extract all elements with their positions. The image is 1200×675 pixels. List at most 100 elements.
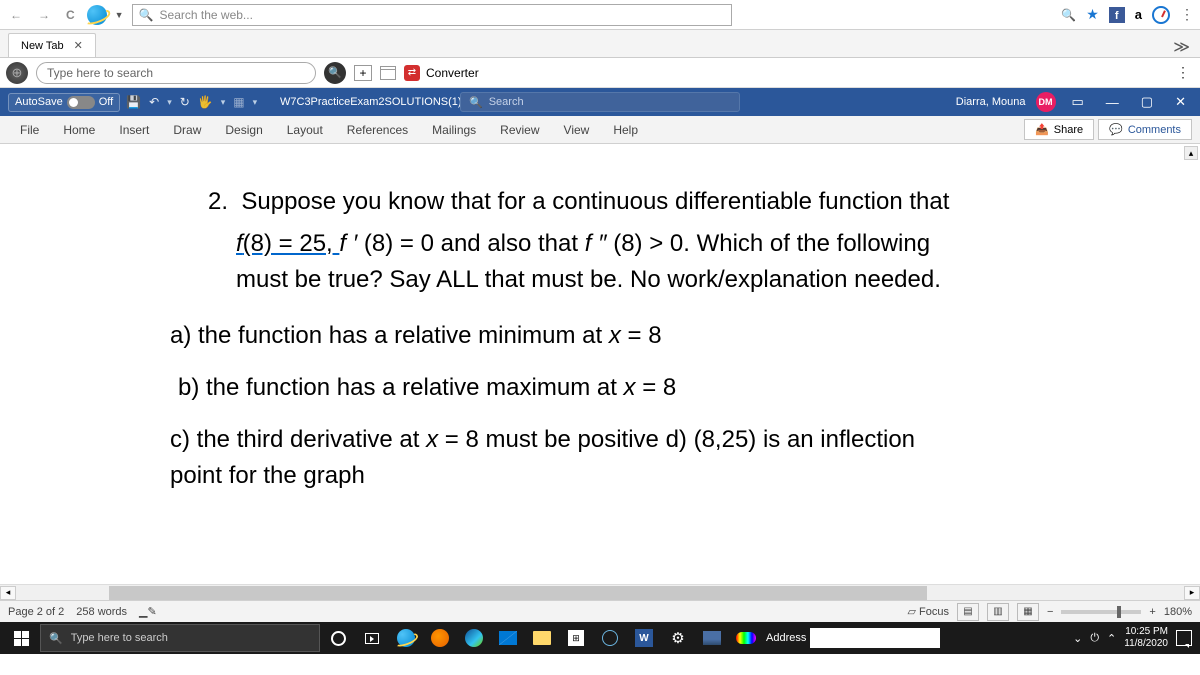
task-view-icon[interactable] <box>356 624 388 652</box>
tray-chevron-icon[interactable]: ⌃ <box>1107 632 1116 645</box>
tab-insert[interactable]: Insert <box>107 116 161 143</box>
tray-expand-icon[interactable]: ⌄ <box>1073 632 1082 645</box>
clock[interactable]: 10:25 PM 11/8/2020 <box>1124 626 1168 650</box>
focus-button[interactable]: ▱ Focus <box>908 605 949 618</box>
toolbar-search-input[interactable]: Type here to search <box>36 62 316 84</box>
document-page[interactable]: ▴ 2. Suppose you know that for a continu… <box>0 144 1200 584</box>
scroll-right-button[interactable]: ▸ <box>1184 586 1200 600</box>
save-icon[interactable]: 💾 <box>126 95 141 109</box>
acer-icon[interactable] <box>730 624 762 652</box>
zoom-in-button[interactable]: + <box>1149 606 1155 618</box>
autosave-toggle[interactable]: AutoSave Off <box>8 93 120 112</box>
scroll-thumb[interactable] <box>109 586 927 600</box>
avatar[interactable]: DM <box>1036 92 1056 112</box>
zoom-level[interactable]: 180% <box>1164 606 1192 618</box>
browser-globe-icon[interactable] <box>594 624 626 652</box>
photos-icon[interactable] <box>696 624 728 652</box>
tab-view[interactable]: View <box>552 116 602 143</box>
expand-tabs-icon[interactable]: ≫ <box>1163 37 1200 57</box>
dropdown-icon[interactable]: ▼ <box>115 10 124 20</box>
more-icon[interactable]: ⋮ <box>1180 6 1194 23</box>
cortana-icon[interactable] <box>322 624 354 652</box>
taskbar-search-input[interactable]: 🔍 Type here to search <box>40 624 320 652</box>
reload-button[interactable]: C <box>62 8 79 22</box>
zoom-slider[interactable] <box>1061 610 1141 614</box>
word-count[interactable]: 258 words <box>76 606 127 618</box>
browser-search-input[interactable]: 🔍 Search the web... <box>132 4 732 26</box>
scroll-up-button[interactable]: ▴ <box>1184 146 1198 160</box>
globe-icon[interactable]: ⊕ <box>6 62 28 84</box>
undo-icon[interactable]: ↶ <box>149 95 159 109</box>
address-input[interactable] <box>810 628 940 648</box>
ie-icon <box>87 5 107 25</box>
toggle-icon <box>67 96 95 109</box>
search-go-button[interactable]: 🔍 <box>324 62 346 84</box>
horizontal-scrollbar[interactable]: ◂ ▸ <box>0 584 1200 600</box>
search-icon-right[interactable]: 🔍 <box>1061 8 1076 22</box>
word-taskbar-icon[interactable]: W <box>628 624 660 652</box>
comments-button[interactable]: 💬Comments <box>1098 119 1192 140</box>
share-button[interactable]: 📤Share <box>1024 119 1094 140</box>
new-tab-button[interactable]: + <box>354 65 372 81</box>
settings-icon[interactable]: ⚙ <box>662 624 694 652</box>
tab-draw[interactable]: Draw <box>161 116 213 143</box>
power-icon[interactable]: ⏻ <box>1090 632 1099 645</box>
read-mode-button[interactable]: ▤ <box>957 603 979 621</box>
forward-button[interactable]: → <box>34 8 54 22</box>
proofing-icon[interactable]: ▁✎ <box>139 605 157 618</box>
address-toolbar[interactable]: Address <box>766 628 940 648</box>
zoom-out-button[interactable]: − <box>1047 606 1053 618</box>
close-button[interactable]: ✕ <box>1169 94 1192 110</box>
store-icon[interactable]: ⊞ <box>560 624 592 652</box>
tab-file[interactable]: File <box>8 116 51 143</box>
user-name: Diarra, Mouna <box>956 96 1026 108</box>
tab-mailings[interactable]: Mailings <box>420 116 488 143</box>
minimize-button[interactable]: — <box>1100 95 1125 110</box>
word-search-input[interactable]: 🔍 Search <box>460 92 740 112</box>
print-layout-button[interactable]: ▥ <box>987 603 1009 621</box>
date: 11/8/2020 <box>1124 638 1168 650</box>
converter-button[interactable]: ⇄ Converter <box>404 65 479 81</box>
tab-review[interactable]: Review <box>488 116 551 143</box>
tab-label: New Tab <box>21 40 64 52</box>
back-button[interactable]: ← <box>6 8 26 22</box>
share-icon: 📤 <box>1035 123 1049 136</box>
qat-icon[interactable]: ▦ <box>233 95 244 109</box>
close-tab-icon[interactable]: ✕ <box>74 39 83 52</box>
scroll-left-button[interactable]: ◂ <box>0 586 16 600</box>
edge-icon[interactable] <box>458 624 490 652</box>
redo-icon[interactable]: ↻ <box>180 95 190 109</box>
tab-home[interactable]: Home <box>51 116 107 143</box>
web-layout-button[interactable]: ▦ <box>1017 603 1039 621</box>
file-explorer-icon[interactable] <box>526 624 558 652</box>
comment-icon: 💬 <box>1109 123 1123 136</box>
start-button[interactable] <box>4 624 38 652</box>
question-number: 2. <box>208 188 228 215</box>
notifications-icon[interactable] <box>1176 630 1192 646</box>
converter-label: Converter <box>426 66 479 80</box>
search-placeholder: Search the web... <box>160 8 253 22</box>
autosave-state: Off <box>99 96 113 108</box>
toolbar-more-icon[interactable]: ⋮ <box>1176 64 1194 81</box>
ribbon-display-icon[interactable]: ▭ <box>1066 94 1090 110</box>
dashlane-icon[interactable] <box>1152 6 1170 24</box>
facebook-icon[interactable]: f <box>1109 7 1125 23</box>
mail-icon[interactable] <box>492 624 524 652</box>
tab-references[interactable]: References <box>335 116 420 143</box>
amazon-icon[interactable]: a <box>1135 7 1142 22</box>
tab-layout[interactable]: Layout <box>275 116 335 143</box>
ie-taskbar-icon[interactable] <box>390 624 422 652</box>
tab-help[interactable]: Help <box>601 116 650 143</box>
window-icon[interactable] <box>380 66 396 80</box>
touch-mode-icon[interactable]: 🖐 <box>198 95 213 109</box>
tab-design[interactable]: Design <box>213 116 274 143</box>
qat-dropdown[interactable]: ▾ <box>253 97 258 108</box>
browser-tab[interactable]: New Tab ✕ <box>8 33 96 57</box>
toolbar-search-placeholder: Type here to search <box>47 66 153 80</box>
maximize-button[interactable]: ▢ <box>1135 94 1159 110</box>
autosave-label: AutoSave <box>15 96 63 108</box>
time: 10:25 PM <box>1124 626 1168 638</box>
firefox-icon[interactable] <box>424 624 456 652</box>
page-indicator[interactable]: Page 2 of 2 <box>8 606 64 618</box>
favorites-icon[interactable]: ★ <box>1086 6 1099 23</box>
